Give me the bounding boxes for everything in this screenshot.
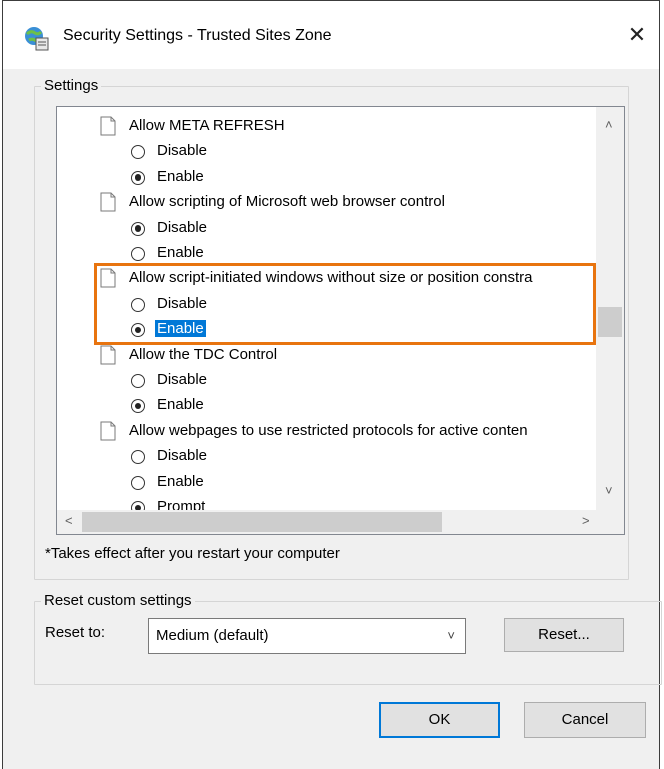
ok-button[interactable]: OK — [379, 702, 500, 738]
scroll-down-icon[interactable]: ˅ — [605, 483, 613, 498]
horizontal-scroll-thumb[interactable] — [82, 512, 442, 532]
setting-option[interactable]: Enable — [57, 166, 597, 191]
reset-to-label: Reset to: — [45, 624, 106, 641]
setting-header: Allow webpages to use restricted protoco… — [57, 420, 597, 445]
option-label[interactable]: Disable — [157, 219, 207, 236]
radio-checked-icon[interactable] — [131, 221, 145, 236]
scroll-up-icon[interactable]: ˄ — [605, 117, 613, 132]
option-label[interactable]: Disable — [157, 447, 207, 464]
setting-header: Allow the TDC Control — [57, 344, 597, 369]
setting-option[interactable]: Disable — [57, 445, 597, 470]
option-label[interactable]: Disable — [157, 142, 207, 159]
radio-checked-icon[interactable] — [131, 399, 145, 414]
radio-unchecked-icon[interactable] — [131, 374, 145, 388]
setting-option[interactable]: Disable — [57, 140, 597, 165]
setting-option[interactable]: Disable — [57, 369, 597, 394]
setting-header-label: Allow webpages to use restricted protoco… — [129, 421, 528, 439]
reset-group-label: Reset custom settings — [41, 592, 195, 609]
option-label[interactable]: Enable — [157, 244, 204, 261]
radio-unchecked-icon[interactable] — [131, 145, 145, 160]
horizontal-scrollbar[interactable]: ˂ ˃ — [57, 510, 598, 534]
scrollbar-corner — [596, 510, 624, 534]
restart-note: *Takes effect after you restart your com… — [45, 545, 340, 562]
cancel-button[interactable]: Cancel — [524, 702, 646, 738]
setting-header: Allow META REFRESH — [57, 115, 597, 140]
scroll-left-icon[interactable]: ˂ — [65, 513, 73, 528]
radio-unchecked-icon[interactable] — [131, 247, 145, 261]
reset-level-value: Medium (default) — [156, 627, 269, 644]
globe-settings-icon — [25, 27, 49, 51]
setting-header-label: Allow the TDC Control — [129, 345, 278, 363]
option-label[interactable]: Enable — [157, 168, 204, 185]
vertical-scrollbar[interactable]: ˄ ˅ — [596, 107, 624, 511]
document-icon — [100, 116, 116, 136]
document-icon — [100, 345, 116, 365]
chevron-down-icon: ˅ — [447, 628, 455, 643]
close-button[interactable]: ✕ — [617, 15, 657, 55]
setting-header-label: Allow scripting of Microsoft web browser… — [129, 193, 445, 211]
setting-option[interactable]: Enable — [57, 471, 597, 496]
vertical-scroll-thumb[interactable] — [598, 307, 622, 337]
reset-level-select[interactable]: Medium (default) ˅ — [148, 618, 466, 654]
dialog-title: Security Settings - Trusted Sites Zone — [63, 27, 332, 44]
radio-unchecked-icon[interactable] — [131, 450, 145, 465]
document-icon — [100, 421, 116, 441]
title-bar: Security Settings - Trusted Sites Zone ✕ — [3, 1, 659, 69]
radio-unchecked-icon[interactable] — [131, 475, 145, 490]
security-settings-dialog: Security Settings - Trusted Sites Zone ✕… — [2, 0, 662, 769]
radio-checked-icon[interactable] — [131, 170, 145, 185]
setting-option[interactable]: Enable — [57, 394, 597, 419]
option-label[interactable]: Disable — [157, 371, 207, 388]
document-icon — [100, 192, 116, 212]
option-label[interactable]: Enable — [157, 396, 204, 413]
reset-button[interactable]: Reset... — [504, 618, 624, 652]
settings-group-label: Settings — [41, 77, 102, 94]
setting-header-label: Allow META REFRESH — [129, 117, 285, 134]
setting-header: Allow scripting of Microsoft web browser… — [57, 191, 597, 216]
setting-option[interactable]: Disable — [57, 217, 597, 242]
annotation-highlight-box — [94, 263, 596, 345]
scroll-right-icon[interactable]: ˃ — [582, 513, 590, 528]
option-label[interactable]: Enable — [157, 473, 204, 490]
